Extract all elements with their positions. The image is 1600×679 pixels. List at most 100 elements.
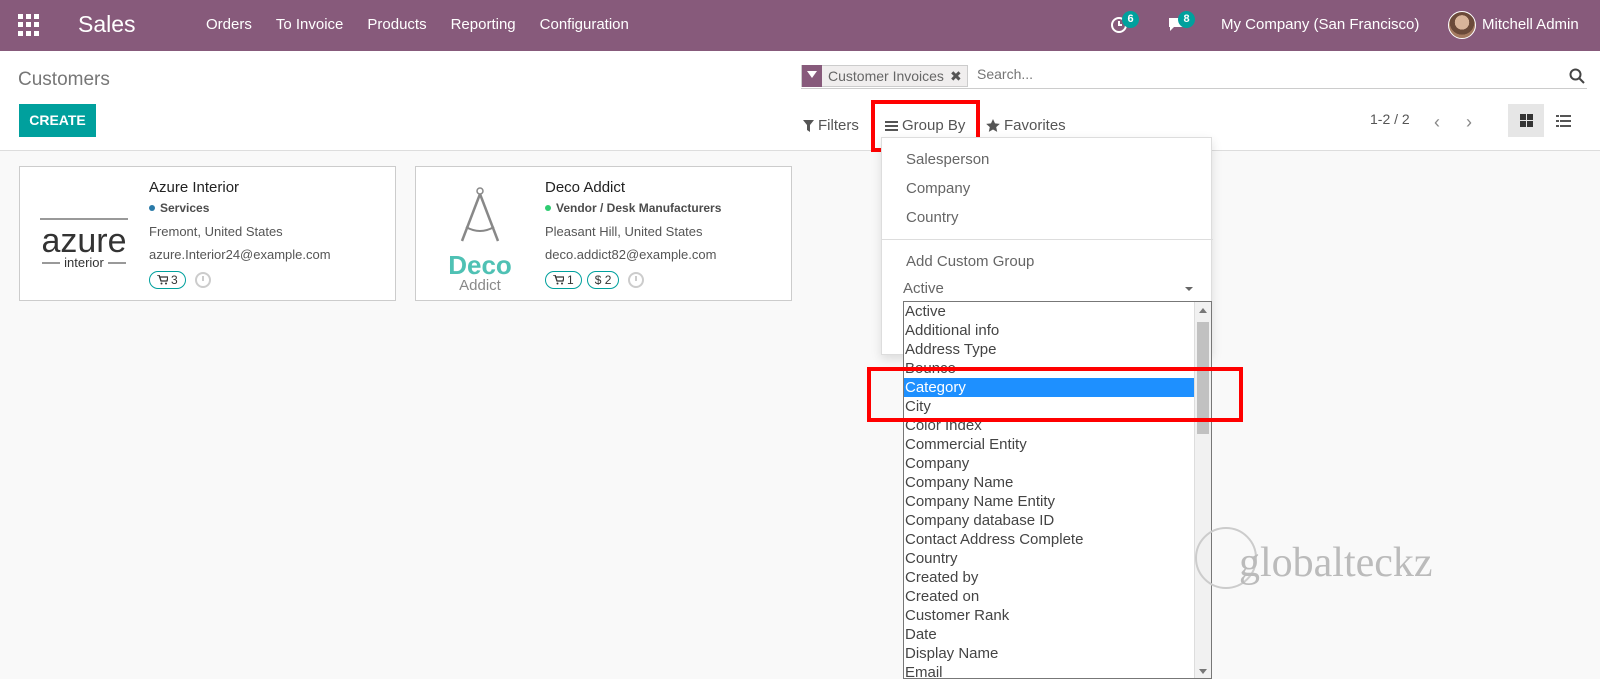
search-input[interactable] bbox=[977, 66, 1517, 82]
list-view-icon[interactable] bbox=[1545, 104, 1581, 137]
menu-item-reporting[interactable]: Reporting bbox=[451, 16, 516, 33]
star-icon bbox=[986, 119, 1000, 132]
control-panel: Customers CREATE Customer Invoices ✖ Fil… bbox=[0, 51, 1600, 151]
filters-label: Filters bbox=[818, 117, 859, 134]
cart-icon bbox=[553, 275, 564, 285]
field-option[interactable]: Company Name bbox=[904, 473, 1211, 492]
favorites-button[interactable]: Favorites bbox=[986, 117, 1066, 134]
message-count-badge: 8 bbox=[1178, 11, 1195, 28]
tag-label: Vendor / Desk Manufacturers bbox=[556, 201, 722, 215]
create-button[interactable]: CREATE bbox=[19, 104, 96, 137]
sales-count-chip[interactable]: 3 bbox=[149, 271, 186, 289]
selected-field: Active bbox=[903, 280, 944, 297]
pager-previous-icon[interactable]: ‹ bbox=[1434, 112, 1440, 133]
sales-count-chip[interactable]: 1 bbox=[545, 271, 582, 289]
groupby-option-salesperson[interactable]: Salesperson bbox=[906, 151, 989, 168]
cart-icon bbox=[157, 275, 168, 285]
messages-chat-icon[interactable]: 8 bbox=[1166, 11, 1195, 34]
facet-label: Customer Invoices bbox=[828, 68, 944, 84]
kanban-view-icon[interactable] bbox=[1508, 104, 1544, 137]
group-by-button[interactable]: Group By bbox=[885, 117, 965, 134]
field-option[interactable]: Created by bbox=[904, 568, 1211, 587]
search-bar: Customer Invoices ✖ bbox=[801, 65, 1587, 89]
group-by-label: Group By bbox=[902, 117, 966, 134]
main-menu: Orders To Invoice Products Reporting Con… bbox=[206, 16, 653, 33]
watermark-text: globalteckz bbox=[1239, 540, 1433, 586]
svg-text:interior: interior bbox=[64, 255, 104, 270]
field-option[interactable]: Commercial Entity bbox=[904, 435, 1211, 454]
customer-location: Pleasant Hill, United States bbox=[545, 224, 703, 239]
page-title: Customers bbox=[18, 69, 110, 90]
scroll-up-icon[interactable] bbox=[1199, 308, 1207, 313]
field-option[interactable]: Active bbox=[904, 302, 1211, 321]
field-option[interactable]: Country bbox=[904, 549, 1211, 568]
menu-item-products[interactable]: Products bbox=[367, 16, 426, 33]
search-icon[interactable] bbox=[1569, 68, 1585, 84]
field-option[interactable]: Contact Address Complete bbox=[904, 530, 1211, 549]
invoice-count-chip[interactable]: $ 2 bbox=[586, 271, 620, 289]
field-option[interactable]: Display Name bbox=[904, 644, 1211, 663]
activity-clock-icon[interactable] bbox=[628, 272, 645, 288]
field-option[interactable]: Customer Rank bbox=[904, 606, 1211, 625]
custom-group-field-select[interactable]: Active bbox=[903, 280, 1195, 300]
pager-next-icon[interactable]: › bbox=[1466, 112, 1472, 133]
field-option[interactable]: Color Index bbox=[904, 416, 1211, 435]
dropdown-divider bbox=[882, 239, 1213, 240]
user-menu[interactable]: Mitchell Admin bbox=[1482, 16, 1579, 33]
customer-email: azure.Interior24@example.com bbox=[149, 247, 331, 262]
add-custom-group-toggle[interactable]: Add Custom Group bbox=[906, 253, 1034, 270]
field-option[interactable]: Additional info bbox=[904, 321, 1211, 340]
menu-item-orders[interactable]: Orders bbox=[206, 16, 252, 33]
field-option[interactable]: Bounce bbox=[904, 359, 1211, 378]
funnel-icon bbox=[803, 119, 814, 132]
customer-card-deco-addict[interactable]: Deco Addict Deco Addict Vendor / Desk Ma… bbox=[415, 166, 792, 301]
app-menu-grid-icon[interactable] bbox=[18, 14, 40, 36]
facet-remove-icon[interactable]: ✖ bbox=[950, 68, 967, 85]
company-switcher[interactable]: My Company (San Francisco) bbox=[1221, 16, 1419, 33]
list-scrollbar[interactable] bbox=[1194, 302, 1211, 678]
groupby-option-country[interactable]: Country bbox=[906, 209, 959, 226]
company-logo: Deco Addict bbox=[426, 177, 534, 294]
menu-item-configuration[interactable]: Configuration bbox=[540, 16, 629, 33]
watermark-logo: globalteckz bbox=[1195, 525, 1475, 595]
menu-item-to-invoice[interactable]: To Invoice bbox=[276, 16, 344, 33]
customer-email: deco.addict82@example.com bbox=[545, 247, 717, 262]
customer-name[interactable]: Deco Addict bbox=[545, 179, 625, 196]
field-option[interactable]: Company database ID bbox=[904, 511, 1211, 530]
category-tag: Services bbox=[149, 201, 209, 215]
field-option-selected[interactable]: Category bbox=[904, 378, 1211, 397]
activity-clock-icon[interactable]: 6 bbox=[1110, 11, 1139, 34]
category-tag: Vendor / Desk Manufacturers bbox=[545, 201, 721, 215]
scroll-down-icon[interactable] bbox=[1199, 669, 1207, 674]
tag-color-dot bbox=[149, 205, 155, 211]
tag-label: Services bbox=[160, 201, 210, 215]
card-stats: 1 $ 2 bbox=[545, 271, 645, 289]
field-options-list[interactable]: Active Additional info Address Type Boun… bbox=[903, 301, 1212, 679]
activity-clock-icon[interactable] bbox=[194, 272, 211, 288]
field-option[interactable]: Created on bbox=[904, 587, 1211, 606]
bars-icon bbox=[885, 120, 898, 131]
activity-count-badge: 6 bbox=[1122, 11, 1139, 28]
field-option[interactable]: Address Type bbox=[904, 340, 1211, 359]
chevron-down-icon bbox=[1185, 287, 1193, 291]
user-avatar[interactable] bbox=[1448, 11, 1476, 39]
svg-text:Deco: Deco bbox=[448, 250, 512, 280]
field-option[interactable]: Date bbox=[904, 625, 1211, 644]
top-navbar: Sales Orders To Invoice Products Reporti… bbox=[0, 0, 1600, 51]
field-option[interactable]: Company Name Entity bbox=[904, 492, 1211, 511]
filters-button[interactable]: Filters bbox=[803, 117, 859, 134]
company-logo: azure interior bbox=[30, 177, 138, 292]
scroll-thumb[interactable] bbox=[1197, 322, 1209, 434]
pager-value[interactable]: 1-2 / 2 bbox=[1370, 111, 1410, 127]
customer-name[interactable]: Azure Interior bbox=[149, 179, 239, 196]
customer-location: Fremont, United States bbox=[149, 224, 283, 239]
groupby-option-company[interactable]: Company bbox=[906, 180, 970, 197]
favorites-label: Favorites bbox=[1004, 117, 1066, 134]
app-name[interactable]: Sales bbox=[78, 11, 136, 38]
customer-card-azure-interior[interactable]: azure interior Azure Interior Services F… bbox=[19, 166, 396, 301]
field-option[interactable]: Email bbox=[904, 663, 1211, 678]
field-option[interactable]: Company bbox=[904, 454, 1211, 473]
svg-text:Addict: Addict bbox=[459, 277, 502, 292]
field-option[interactable]: City bbox=[904, 397, 1211, 416]
filter-funnel-icon bbox=[802, 65, 822, 87]
